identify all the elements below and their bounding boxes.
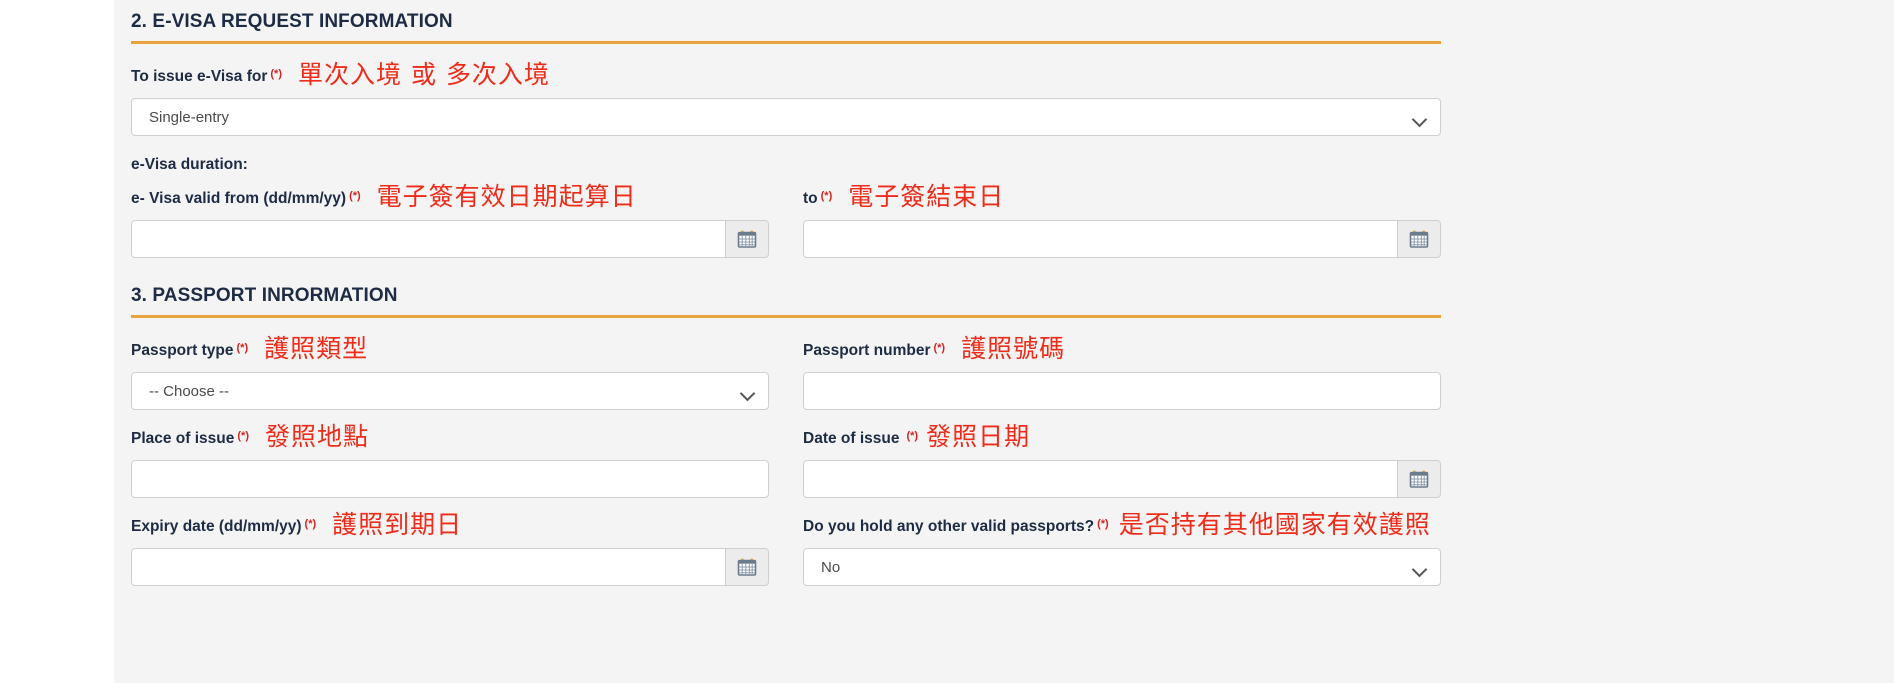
select-passport-type-value: -- Choose -- (149, 382, 230, 400)
required-marker-expiry-date: (*) (304, 518, 317, 530)
required-marker-passport-type: (*) (236, 342, 249, 354)
label-row-place-of-issue: Place of issue (*) 發照地點 (131, 422, 769, 452)
select-other-passports[interactable]: No (803, 548, 1441, 586)
date-input-group-valid-from (131, 220, 769, 258)
calendar-button-date-of-issue[interactable] (1397, 460, 1441, 498)
page-root: 2. E-VISA REQUEST INFORMATION To issue e… (0, 0, 1894, 683)
date-input-group-valid-to (803, 220, 1441, 258)
label-expiry-date: Expiry date (dd/mm/yy) (131, 518, 302, 535)
label-row-expiry-date: Expiry date (dd/mm/yy) (*) 護照到期日 (131, 510, 769, 540)
section-title-passport-information: 3. PASSPORT INRORMATION (131, 285, 398, 306)
section-divider (131, 41, 1441, 44)
label-row-date-of-issue: Date of issue (*) 發照日期 (803, 422, 1441, 452)
label-date-of-issue: Date of issue (803, 430, 900, 447)
place-issue-input-row (131, 460, 1730, 498)
label-other-passports: Do you hold any other valid passports? (803, 518, 1095, 535)
label-passport-number: Passport number (803, 342, 931, 359)
section-passport-information: 3. PASSPORT INRORMATION (131, 274, 1730, 318)
required-marker-date-of-issue: (*) (906, 430, 919, 442)
section-divider (131, 315, 1441, 318)
input-expiry-date[interactable] (131, 548, 725, 586)
annotation-date-of-issue: 發照日期 (926, 422, 1031, 451)
visa-form-panel: 2. E-VISA REQUEST INFORMATION To issue e… (114, 0, 1894, 683)
duration-input-row (131, 220, 1730, 258)
calendar-icon (737, 230, 757, 248)
calendar-icon (1409, 470, 1429, 488)
input-passport-number[interactable] (803, 372, 1441, 410)
date-input-group-expiry-date (131, 548, 769, 586)
label-valid-to: to (803, 190, 818, 207)
label-issue-for: To issue e-Visa for (131, 68, 268, 85)
annotation-valid-from: 電子簽有效日期起算日 (376, 182, 637, 211)
passport-type-input-row: -- Choose -- (131, 372, 1730, 410)
label-row-passport-type: Passport type (*) 護照類型 (131, 334, 769, 364)
required-marker-valid-to: (*) (820, 190, 833, 202)
label-place-of-issue: Place of issue (131, 430, 235, 447)
duration-label-row: e- Visa valid from (dd/mm/yy) (*) 電子簽有效日… (131, 182, 1730, 212)
label-row-duration: e-Visa duration: (131, 156, 1730, 182)
date-input-group-date-of-issue (803, 460, 1441, 498)
annotation-issue-for: 單次入境 或 多次入境 (298, 60, 550, 89)
required-marker-passport-number: (*) (933, 342, 946, 354)
section-title-evisa-request: 2. E-VISA REQUEST INFORMATION (131, 11, 453, 32)
select-issue-for[interactable]: Single-entry (131, 98, 1441, 136)
required-marker-valid-from: (*) (349, 190, 361, 202)
calendar-button-expiry-date[interactable] (725, 548, 769, 586)
input-valid-from[interactable] (131, 220, 725, 258)
label-evisa-duration: e-Visa duration: (131, 156, 248, 173)
annotation-valid-to: 電子簽結束日 (848, 182, 1005, 211)
annotation-passport-number: 護照號碼 (961, 334, 1066, 363)
input-valid-to[interactable] (803, 220, 1397, 258)
calendar-button-valid-to[interactable] (1397, 220, 1441, 258)
select-passport-type[interactable]: -- Choose -- (131, 372, 769, 410)
calendar-icon (1409, 230, 1429, 248)
label-valid-from: e- Visa valid from (dd/mm/yy) (131, 190, 347, 207)
calendar-button-valid-from[interactable] (725, 220, 769, 258)
label-row-valid-to: to (*) 電子簽結束日 (803, 182, 1441, 212)
annotation-passport-type: 護照類型 (264, 334, 369, 363)
annotation-expiry-date: 護照到期日 (332, 510, 463, 539)
expiry-input-row: No (131, 548, 1730, 586)
annotation-other-passports: 是否持有其他國家有效護照 (1118, 510, 1431, 539)
passport-type-label-row: Passport type (*) 護照類型 Passport number (… (131, 334, 1730, 364)
select-other-passports-value: No (821, 558, 841, 576)
required-marker-issue-for: (*) (270, 68, 282, 80)
place-issue-label-row: Place of issue (*) 發照地點 Date of issue (*… (131, 422, 1730, 452)
calendar-icon (737, 558, 757, 576)
expiry-label-row: Expiry date (dd/mm/yy) (*) 護照到期日 Do you … (131, 510, 1730, 540)
input-date-of-issue[interactable] (803, 460, 1397, 498)
required-marker-place-of-issue: (*) (237, 430, 249, 442)
section-evisa-request: 2. E-VISA REQUEST INFORMATION (131, 0, 1730, 44)
label-row-issue-for: To issue e-Visa for (*) 單次入境 或 多次入境 (131, 60, 1730, 90)
label-row-other-passports: Do you hold any other valid passports? (… (803, 510, 1441, 540)
input-place-of-issue[interactable] (131, 460, 769, 498)
select-issue-for-value: Single-entry (149, 108, 230, 126)
annotation-place-of-issue: 發照地點 (265, 422, 370, 451)
label-row-passport-number: Passport number (*) 護照號碼 (803, 334, 1441, 364)
required-marker-other-passports: (*) (1097, 518, 1109, 530)
label-passport-type: Passport type (131, 342, 234, 359)
label-row-valid-from: e- Visa valid from (dd/mm/yy) (*) 電子簽有效日… (131, 182, 769, 212)
